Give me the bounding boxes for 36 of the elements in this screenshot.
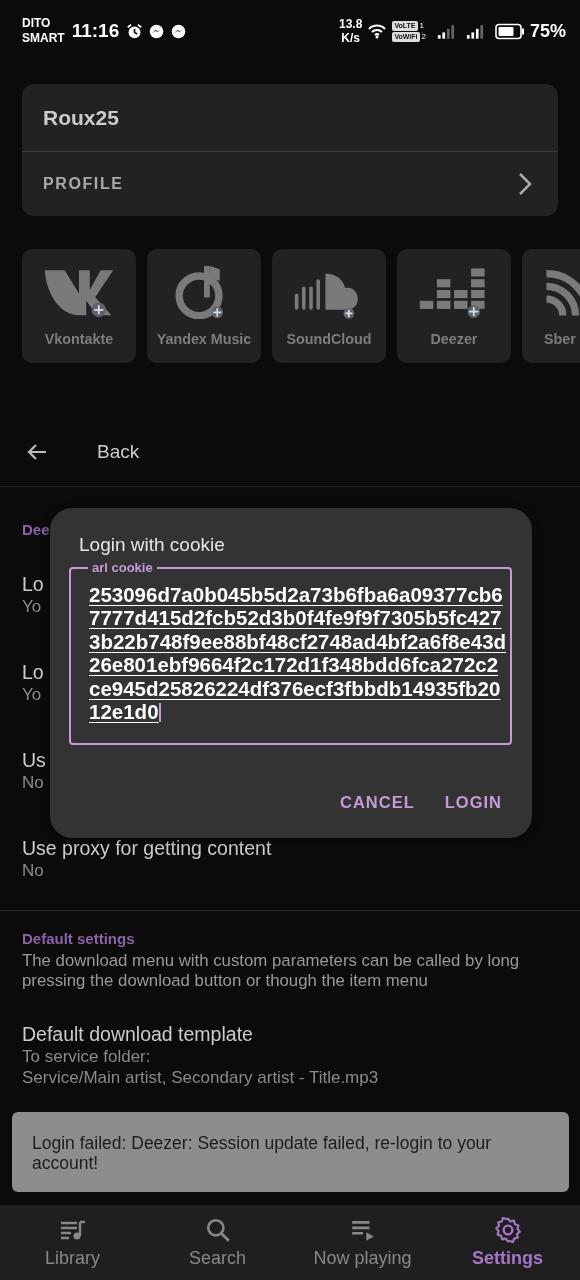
section-description: The download menu with custom parameters can be called by long pressing the download button or though the item menu [22, 951, 521, 991]
nav-tab[interactable]: Library [0, 1205, 145, 1280]
profile-row[interactable]: PROFILE [22, 152, 558, 216]
login-button[interactable]: LOGIN [436, 787, 510, 819]
nav-tab[interactable]: Now playing [290, 1205, 435, 1280]
signal-icon [465, 22, 484, 40]
sim-number: 1 [419, 21, 424, 30]
clock: 11:16 [71, 20, 120, 42]
cookie-field[interactable]: arl cookie 253096d7a0b045b5d2a73b6fba6a09377cb67777d415d2fcb52d3b0f4fe9f9f7305b5fc4273b22b748f9ee88bf48cf2748ad4bf2a6f8e43d26e801ebf9664f2c172d1f348bdd6fca272c2ce945d25826224df376ecf3fbbdb14935fb2012e1d0 [69, 560, 512, 746]
battery-percent: 75% [529, 20, 566, 42]
service-tile[interactable]: Sber [522, 249, 580, 363]
section-header: Default settings [22, 929, 136, 949]
nav-tab[interactable]: Settings [435, 1205, 580, 1280]
service-tile[interactable]: Deezer [397, 249, 511, 363]
service-tile[interactable]: Yandex Music [147, 249, 261, 363]
messenger-icon [170, 22, 188, 40]
signal-icon [436, 22, 455, 40]
cancel-button[interactable]: CANCEL [332, 787, 423, 819]
nav-tab[interactable]: Search [145, 1205, 290, 1280]
settings-icon [493, 1216, 522, 1243]
network-speed: 13.8 K/s [339, 17, 363, 45]
dialog-title: Login with cookie [78, 534, 226, 556]
setting-row[interactable]: Default download template To service folder: Service/Main artist, Secondary artist - Title.mp3 [22, 998, 558, 1088]
battery-icon [494, 22, 525, 40]
chevron-right-icon [518, 172, 532, 196]
section-header: Dee [22, 520, 51, 540]
messenger-icon [148, 22, 166, 40]
alarm-icon [126, 22, 144, 40]
back-button[interactable]: Back [97, 441, 140, 463]
carrier-name: DITO SMART [22, 16, 65, 46]
toast-message: Login failed: Deezer: Session update failed, re-login to your account! [12, 1112, 569, 1192]
service-tile[interactable]: Vkontakte [22, 249, 136, 363]
sim-number: 2 [421, 32, 426, 41]
service-tile[interactable]: SoundCloud [272, 249, 386, 363]
profile-name: Roux25 [42, 105, 120, 131]
wifi-icon [367, 23, 388, 39]
